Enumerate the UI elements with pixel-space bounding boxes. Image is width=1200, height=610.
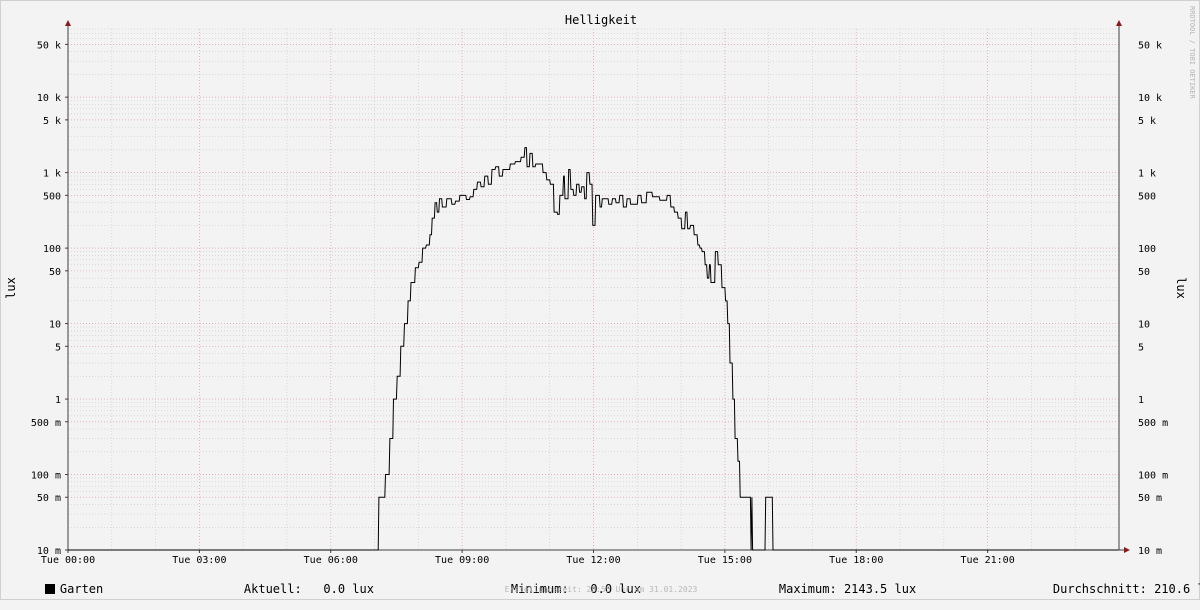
y-tick-label-left: 50 k [37, 40, 61, 51]
y-axis-label-right: lux [1174, 277, 1188, 299]
axes [65, 20, 1130, 553]
y-tick-label-left: 10 [49, 320, 61, 331]
y-tick-label-left: 10 k [37, 93, 61, 104]
y-tick-label-left: 5 k [43, 116, 61, 127]
x-axis-arrow [1124, 547, 1130, 553]
x-tick-label: Tue 00:00 [41, 555, 95, 566]
y-tick-label-right: 1 k [1138, 169, 1156, 180]
x-tick-label: Tue 18:00 [829, 555, 883, 566]
y-tick-label-right: 500 m [1138, 418, 1168, 429]
y-tick-label-left: 5 [55, 342, 61, 353]
x-tick-label: Tue 21:00 [961, 555, 1015, 566]
y-tick-label-right: 100 m [1138, 471, 1168, 482]
series-lines [68, 147, 1119, 551]
y-tick-label-right: 10 k [1138, 93, 1162, 104]
y-tick-label-right: 50 k [1138, 40, 1162, 51]
y-axis-right-arrow [1116, 20, 1122, 26]
y-tick-label-right: 5 [1138, 342, 1144, 353]
y-tick-label-right: 50 [1138, 267, 1150, 278]
y-tick-label-left: 1 k [43, 169, 61, 180]
y-axis-left-arrow [65, 20, 71, 26]
y-tick-label-left: 50 m [37, 493, 61, 504]
y-tick-label-right: 1 [1138, 395, 1144, 406]
tick-labels: 10 m 10 m50 m 50 m100 m 100 m500 m 500 m1 15 5… [31, 40, 1168, 566]
y-tick-label-left: 100 [43, 244, 61, 255]
y-tick-label-right: 500 [1138, 191, 1156, 202]
y-tick-label-left: 50 [49, 267, 61, 278]
y-tick-label-right: 50 m [1138, 493, 1162, 504]
x-tick-label: Tue 06:00 [304, 555, 358, 566]
series-line-garten [68, 147, 1119, 551]
chart-page: 10 m 10 m 50 m 50 m 100 m 100 m 500 m 500 m1155… [0, 0, 1200, 600]
y-tick-label-left: 500 m [31, 418, 61, 429]
y-tick-label-right: 10 m [1138, 546, 1162, 557]
x-tick-label: Tue 03:00 [172, 555, 226, 566]
chart-canvas: 10 m 10 m50 m 50 m100 m 100 m500 m 500 m1 15 5… [4, 6, 1196, 566]
x-tick-label: Tue 12:00 [566, 555, 620, 566]
grid [67, 28, 1120, 551]
chart-title: Helligkeit [565, 13, 637, 27]
x-tick-label: Tue 15:00 [698, 555, 752, 566]
y-tick-label-right: 100 [1138, 244, 1156, 255]
creation-time-footer: Erstellungszeit: 23:55 Uhr am 31.01.2023 [504, 585, 698, 594]
y-tick-label-left: 100 m [31, 471, 61, 482]
x-tick-label: Tue 09:00 [435, 555, 489, 566]
rrdtool-watermark: RRDTOOL / TOBI OETIKER [1188, 6, 1196, 100]
y-axis-label-left: lux [4, 277, 18, 299]
y-tick-label-left: 500 [43, 191, 61, 202]
y-tick-label-right: 10 [1138, 320, 1150, 331]
y-tick-label-right: 5 k [1138, 116, 1156, 127]
y-tick-label-left: 1 [55, 395, 61, 406]
